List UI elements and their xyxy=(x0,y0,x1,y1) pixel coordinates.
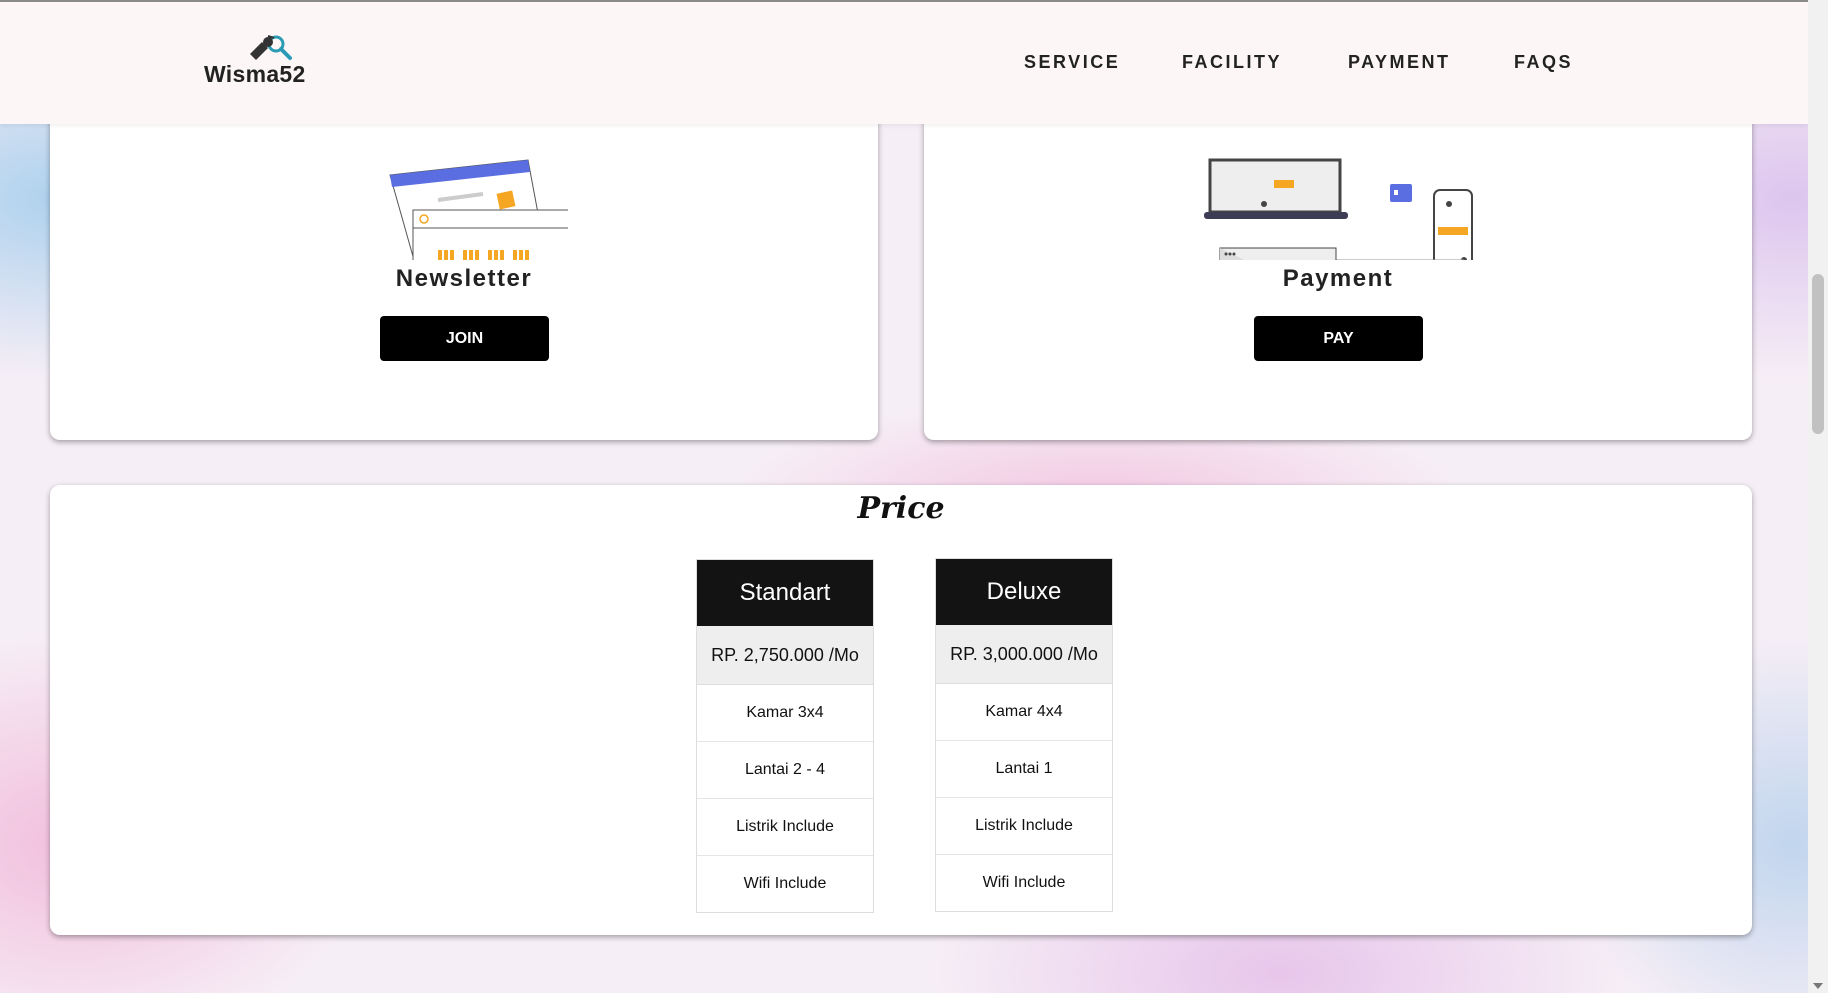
plan-feature: Wifi Include xyxy=(982,874,1066,891)
plan-deluxe: Deluxe RP. 3,000.000 /Mo Kamar 4x4 Lanta… xyxy=(935,558,1113,912)
nav-payment[interactable]: PAYMENT xyxy=(1348,52,1451,73)
newsletter-title: Newsletter xyxy=(395,265,533,292)
nav-service[interactable]: SERVICE xyxy=(1024,52,1120,73)
brand-logo[interactable]: Wisma52 xyxy=(200,32,310,92)
keys-icon xyxy=(250,35,292,60)
plan-standart: Standart RP. 2,750.000 /Mo Kamar 3x4 Lan… xyxy=(696,559,874,913)
price-title: Price xyxy=(857,491,945,526)
window-top-border xyxy=(0,0,1808,2)
plan-feature: Lantai 2 - 4 xyxy=(697,742,873,799)
navbar: Wisma52 SERVICE FACILITY PAYMENT FAQS xyxy=(0,2,1808,124)
plan-price: RP. 2,750.000 /Mo xyxy=(697,626,873,685)
payment-title: Payment xyxy=(1282,265,1394,292)
price-card: Price Standart RP. 2,750.000 /Mo Kamar 3… xyxy=(50,485,1752,935)
plan-price: RP. 3,000.000 /Mo xyxy=(936,625,1112,684)
plan-name: Standart xyxy=(697,560,873,626)
nav-facility[interactable]: FACILITY xyxy=(1182,52,1282,73)
join-button[interactable]: JOIN xyxy=(380,316,549,361)
nav-faqs[interactable]: FAQS xyxy=(1514,52,1573,73)
vertical-scrollbar[interactable] xyxy=(1808,0,1828,993)
payment-illustration xyxy=(1204,158,1473,260)
newsletter-illustration xyxy=(389,159,568,260)
scrollbar-thumb[interactable] xyxy=(1812,274,1824,434)
brand-name: Wisma52 xyxy=(204,61,306,87)
plan-feature: Wifi Include xyxy=(743,875,827,892)
plan-feature: Lantai 1 xyxy=(936,741,1112,798)
scroll-down-arrow-icon[interactable] xyxy=(1813,983,1823,989)
plan-feature: Kamar 3x4 xyxy=(697,685,873,742)
plan-name: Deluxe xyxy=(936,559,1112,625)
pay-button[interactable]: PAY xyxy=(1254,316,1423,361)
plan-feature: Kamar 4x4 xyxy=(936,684,1112,741)
plan-feature: Listrik Include xyxy=(697,799,873,856)
plan-feature: Listrik Include xyxy=(936,798,1112,855)
